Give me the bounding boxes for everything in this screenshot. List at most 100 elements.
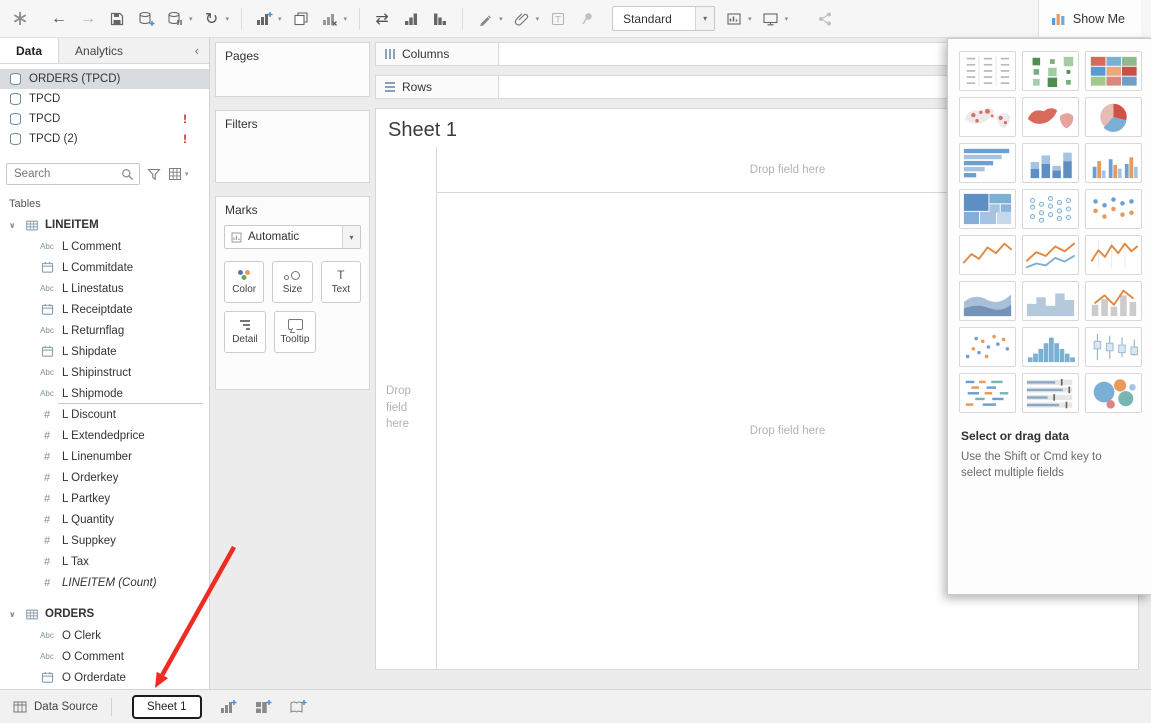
showme-heat-map[interactable] xyxy=(1022,51,1079,91)
datasource-item[interactable]: TPCD (2)! xyxy=(0,129,209,149)
new-worksheet-icon[interactable] xyxy=(254,7,274,31)
new-worksheet-caret-icon[interactable]: ▾ xyxy=(278,15,282,23)
showme-symbol-map[interactable] xyxy=(959,97,1016,137)
showme-box-and-whisker[interactable] xyxy=(1085,327,1142,367)
detail-button[interactable]: Detail xyxy=(224,311,266,353)
table-header-orders[interactable]: ∨ORDERS xyxy=(0,603,209,625)
data-source-tab[interactable]: Data Source xyxy=(0,690,111,723)
group-members-caret-icon[interactable]: ▾ xyxy=(536,15,540,23)
sort-ascending-icon[interactable] xyxy=(401,7,421,31)
text-button[interactable]: T Text xyxy=(321,261,361,303)
collapse-pane-icon[interactable]: ‹ xyxy=(185,38,209,63)
show-cards-caret-icon[interactable]: ▾ xyxy=(748,15,752,23)
share-icon[interactable] xyxy=(815,7,835,31)
showme-packed-bubbles[interactable] xyxy=(1085,373,1142,413)
showme-highlight-table[interactable] xyxy=(1085,51,1142,91)
mark-type-dropdown[interactable]: Automatic ▾ xyxy=(224,225,361,249)
tab-analytics[interactable]: Analytics xyxy=(59,38,139,63)
add-data-source-icon[interactable] xyxy=(136,7,156,31)
group-members-icon[interactable] xyxy=(512,7,532,31)
showme-circle-views[interactable] xyxy=(1022,189,1079,229)
field-item[interactable]: #L Tax xyxy=(0,551,209,572)
showme-horizontal-bars[interactable] xyxy=(959,143,1016,183)
field-item[interactable]: #L Quantity xyxy=(0,509,209,530)
fit-selector-caret-icon[interactable]: ▾ xyxy=(695,7,714,30)
save-icon[interactable] xyxy=(107,7,127,31)
field-item[interactable]: #L Linenumber xyxy=(0,446,209,467)
pause-updates-caret-icon[interactable]: ▾ xyxy=(189,15,193,23)
datasource-item[interactable]: TPCD xyxy=(0,89,209,109)
size-button[interactable]: Size xyxy=(272,261,312,303)
field-item[interactable]: #L Extendedprice xyxy=(0,425,209,446)
showme-bullet-graph[interactable] xyxy=(1022,373,1079,413)
showme-discrete-lines[interactable] xyxy=(1085,235,1142,275)
showme-gantt[interactable] xyxy=(959,373,1016,413)
undo-icon[interactable]: ← xyxy=(49,7,69,31)
showme-side-by-side-bars[interactable] xyxy=(1085,143,1142,183)
chevron-down-icon[interactable]: ∨ xyxy=(9,610,19,619)
showme-continuous-lines[interactable] xyxy=(959,235,1016,275)
sheet-1-tab[interactable]: Sheet 1 xyxy=(132,695,202,719)
pages-card[interactable]: Pages xyxy=(215,42,370,97)
field-item[interactable]: L Shipdate xyxy=(0,341,209,362)
chevron-down-icon[interactable]: ∨ xyxy=(9,221,19,230)
showme-pie-chart[interactable] xyxy=(1085,97,1142,137)
showme-dual-lines[interactable] xyxy=(1022,235,1079,275)
datasource-item[interactable]: TPCD! xyxy=(0,109,209,129)
show-mark-labels-icon[interactable]: T xyxy=(548,7,568,31)
tooltip-button[interactable]: Tooltip xyxy=(274,311,316,353)
show-me-button[interactable]: Show Me xyxy=(1038,0,1141,37)
redo-icon[interactable]: → xyxy=(78,7,98,31)
pause-updates-icon[interactable] xyxy=(165,7,185,31)
filter-fields-icon[interactable] xyxy=(147,168,161,181)
field-item[interactable]: #LINEITEM (Count) xyxy=(0,572,209,593)
clear-sheet-icon[interactable] xyxy=(320,7,340,31)
presentation-mode-icon[interactable] xyxy=(761,7,781,31)
field-item[interactable]: L Receiptdate xyxy=(0,299,209,320)
field-item[interactable]: AbcL Returnflag xyxy=(0,320,209,341)
field-item[interactable]: AbcL Comment xyxy=(0,236,209,257)
showme-area-discrete[interactable] xyxy=(1022,281,1079,321)
drop-zone-left[interactable]: Drop field here xyxy=(376,147,436,669)
field-item[interactable]: #L Discount xyxy=(0,404,209,425)
field-item[interactable]: L Commitdate xyxy=(0,257,209,278)
swap-axes-icon[interactable]: ⇄ xyxy=(372,7,392,31)
highlight-caret-icon[interactable]: ▾ xyxy=(499,15,503,23)
presentation-caret-icon[interactable]: ▾ xyxy=(785,15,789,23)
table-header-lineitem[interactable]: ∨LINEITEM xyxy=(0,214,209,236)
showme-area-continuous[interactable] xyxy=(959,281,1016,321)
view-options-icon[interactable]: ▾ xyxy=(168,167,189,181)
showme-scatter-plot[interactable] xyxy=(959,327,1016,367)
showme-text-table[interactable] xyxy=(959,51,1016,91)
sort-descending-icon[interactable] xyxy=(430,7,450,31)
highlight-icon[interactable] xyxy=(475,7,495,31)
new-story-icon[interactable] xyxy=(286,696,310,718)
refresh-caret-icon[interactable]: ▾ xyxy=(226,15,230,23)
fix-axes-icon[interactable] xyxy=(577,7,597,31)
field-item[interactable]: #L Partkey xyxy=(0,488,209,509)
mark-type-caret-icon[interactable]: ▾ xyxy=(342,226,360,248)
filters-card[interactable]: Filters xyxy=(215,110,370,183)
datasource-item[interactable]: ORDERS (TPCD) xyxy=(0,69,209,89)
showme-side-by-side-circles[interactable] xyxy=(1085,189,1142,229)
new-worksheet-tab-icon[interactable] xyxy=(216,696,240,718)
showme-stacked-bars[interactable] xyxy=(1022,143,1079,183)
field-item[interactable]: AbcO Comment xyxy=(0,646,209,667)
refresh-data-icon[interactable]: ↻ xyxy=(202,7,222,31)
field-item[interactable]: #L Orderkey xyxy=(0,467,209,488)
field-item[interactable]: #L Suppkey xyxy=(0,530,209,551)
fit-selector[interactable]: Standard ▾ xyxy=(612,6,715,31)
showme-dual-combination[interactable] xyxy=(1085,281,1142,321)
field-item[interactable]: O Orderdate xyxy=(0,667,209,688)
show-cards-icon[interactable] xyxy=(724,7,744,31)
fit-selector-value[interactable]: Standard xyxy=(613,7,695,30)
search-box[interactable] xyxy=(6,163,140,185)
color-button[interactable]: Color xyxy=(224,261,264,303)
showme-treemap[interactable] xyxy=(959,189,1016,229)
new-dashboard-icon[interactable] xyxy=(251,696,275,718)
field-item[interactable]: AbcL Shipinstruct xyxy=(0,362,209,383)
showme-histogram[interactable] xyxy=(1022,327,1079,367)
duplicate-sheet-icon[interactable] xyxy=(291,7,311,31)
field-item[interactable]: AbcL Shipmode xyxy=(0,383,209,404)
showme-filled-map[interactable] xyxy=(1022,97,1079,137)
